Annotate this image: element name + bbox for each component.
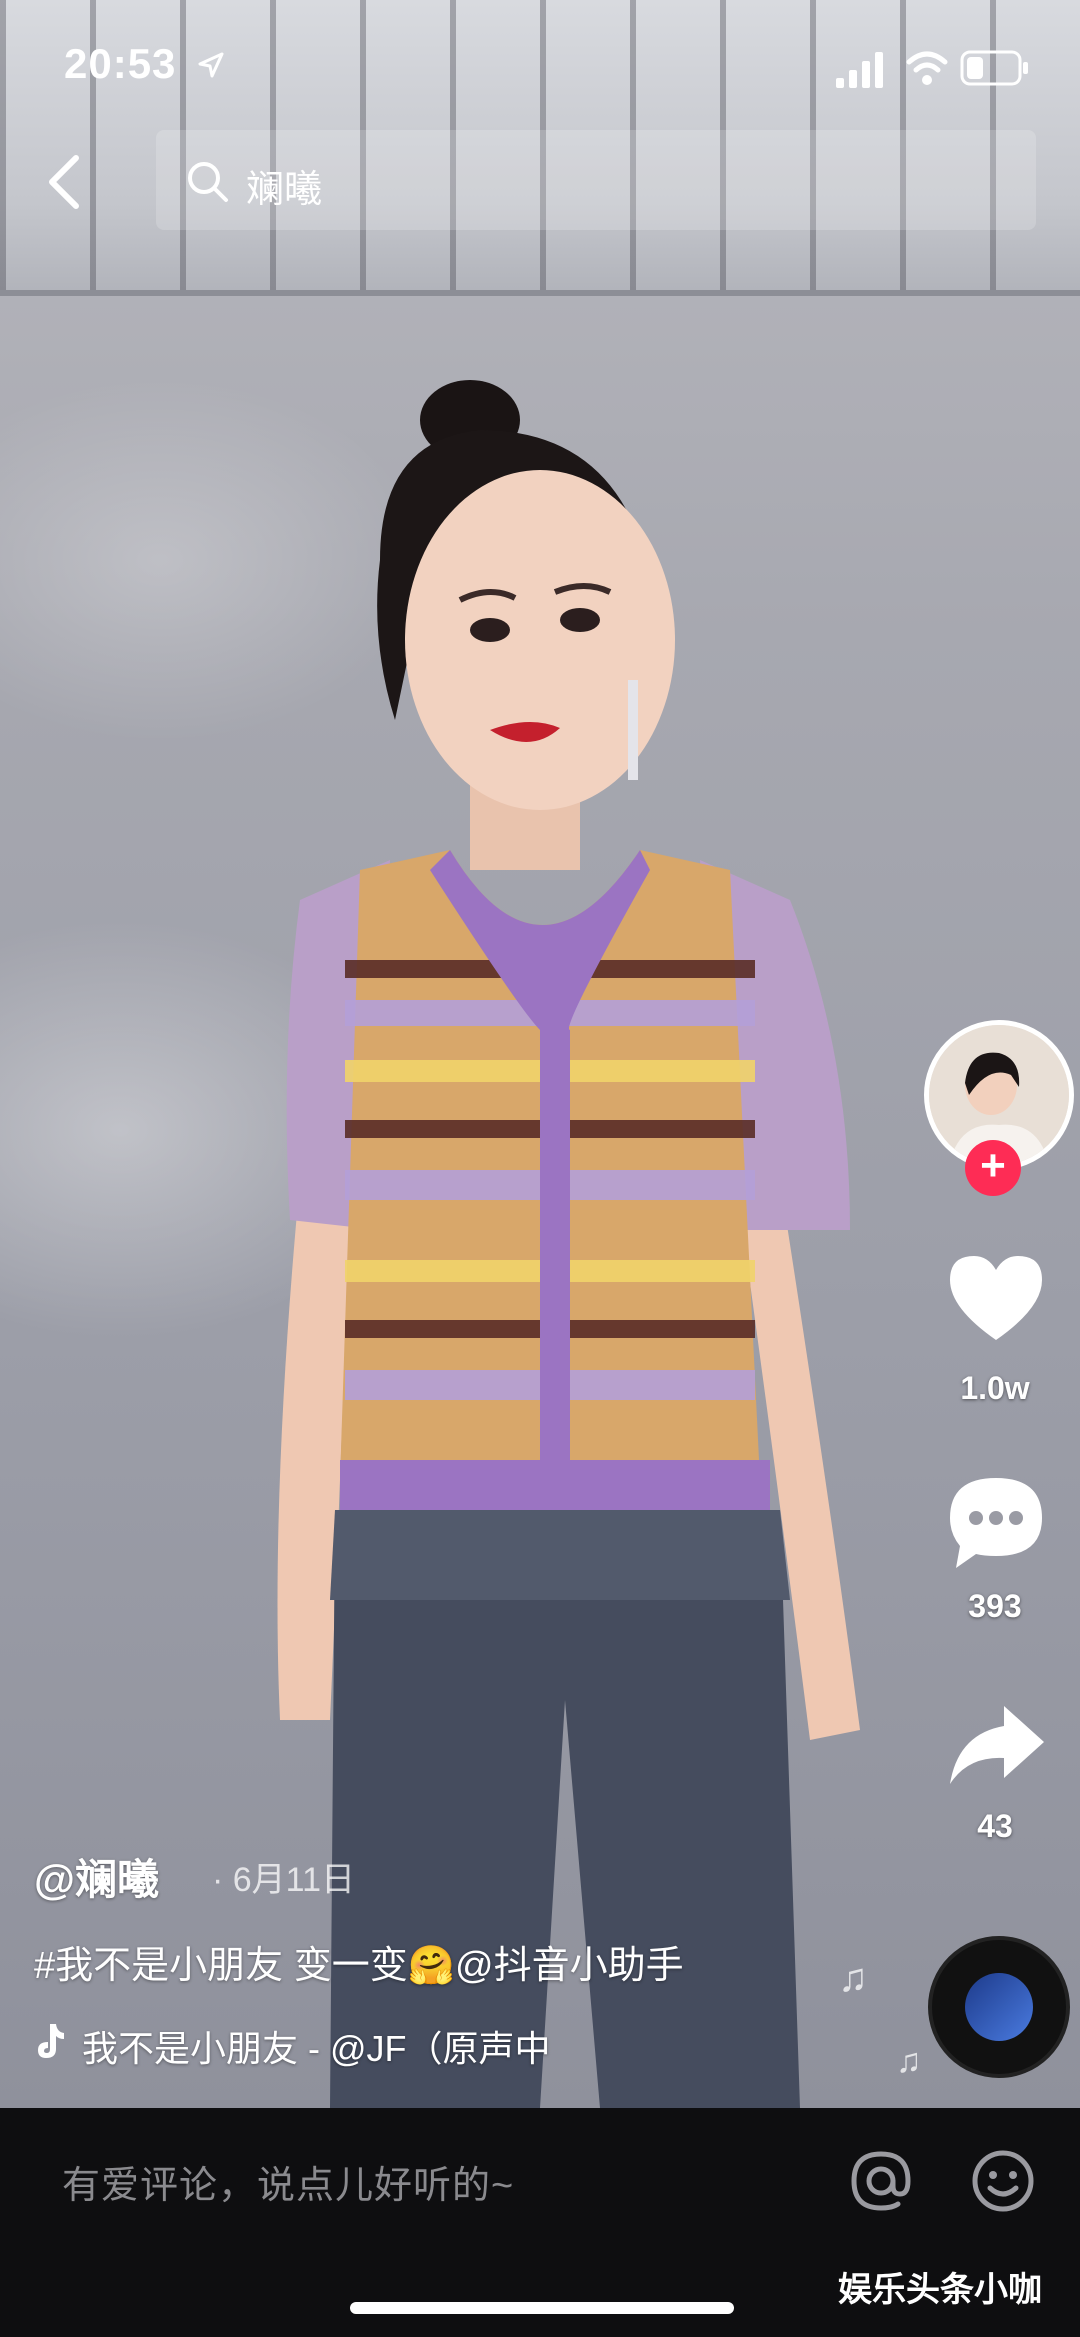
comment-input[interactable]: 有爱评论，说点儿好听的~: [62, 2154, 514, 2209]
home-indicator[interactable]: [350, 2302, 734, 2314]
like-count: 1.0w: [960, 1370, 1030, 1406]
cellular-signal-icon: [836, 52, 883, 88]
post-date: · 6月11日: [212, 1861, 355, 1899]
back-button[interactable]: [40, 150, 88, 214]
search-query[interactable]: 斓曦: [246, 158, 322, 213]
watermark-text: 娱乐头条小咖: [838, 2271, 1042, 2309]
comment-icon[interactable]: [944, 1472, 1048, 1572]
status-time: 20:53: [64, 40, 177, 87]
comment-count: 393: [968, 1588, 1022, 1624]
status-bar: 20:53: [0, 0, 1080, 130]
music-note-icon: ♫: [896, 2042, 922, 2080]
video-person-figure: [277, 380, 860, 2108]
music-disc[interactable]: [928, 1936, 1070, 2078]
heart-like-icon[interactable]: [944, 1250, 1048, 1346]
music-title: 我不是小朋友 - @JF（原声中: [82, 2028, 551, 2068]
search-icon: [188, 162, 228, 202]
music-info[interactable]: 我不是小朋友 - @JF（原声中: [34, 2018, 594, 2068]
battery-icon: [960, 50, 1028, 86]
share-count: 43: [977, 1808, 1013, 1844]
post-caption[interactable]: #我不是小朋友 变一变🤗@抖音小助手: [34, 1934, 684, 1989]
location-arrow-icon: [198, 52, 224, 78]
emoji-smile-icon[interactable]: [970, 2148, 1036, 2214]
share-arrow-icon[interactable]: [944, 1700, 1048, 1790]
mention-at-icon[interactable]: [848, 2148, 914, 2214]
search-bar[interactable]: 斓曦: [156, 130, 1036, 230]
music-note-icon: ♫: [838, 1956, 868, 2000]
wifi-icon: [906, 51, 948, 85]
tiktok-note-icon: [38, 2024, 64, 2058]
music-cover-image: [965, 1973, 1033, 2041]
author-name[interactable]: @斓曦: [34, 1846, 159, 1907]
follow-button[interactable]: +: [965, 1140, 1021, 1196]
